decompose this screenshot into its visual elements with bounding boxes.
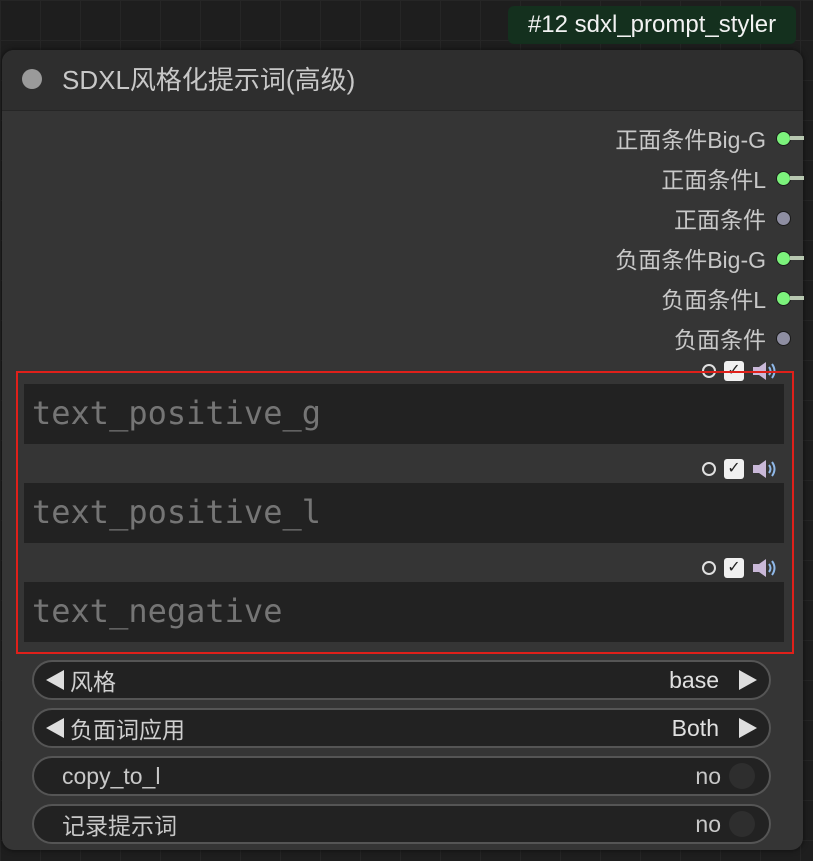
collapse-dot-icon[interactable] (22, 69, 42, 89)
output-slot-positive-big-g[interactable]: 正面条件Big-G (615, 118, 804, 158)
text-widget-positive-g: ✓ (24, 358, 784, 444)
output-label: 负面条件L (661, 287, 766, 313)
toggle-value: no (695, 762, 721, 789)
style-combo[interactable]: 风格 base (32, 660, 771, 700)
widget-controls: ✓ (702, 555, 782, 581)
slot-connected-icon[interactable] (776, 290, 791, 306)
enable-checkbox[interactable]: ✓ (724, 459, 744, 479)
node-title: SDXL风格化提示词(高级) (62, 65, 356, 95)
slot-disconnected-icon[interactable] (776, 330, 791, 346)
enable-checkbox[interactable]: ✓ (724, 558, 744, 578)
text-widget-negative: ✓ (24, 555, 784, 642)
slot-connected-icon[interactable] (776, 250, 791, 266)
log-prompt-toggle[interactable]: 记录提示词 no (32, 804, 771, 844)
widget-controls: ✓ (702, 456, 782, 482)
combo-value: Both (671, 714, 719, 741)
wire (790, 176, 804, 180)
text-widget-positive-l: ✓ (24, 456, 784, 543)
output-slot-negative-l[interactable]: 负面条件L (661, 278, 804, 318)
enable-checkbox[interactable]: ✓ (724, 361, 744, 381)
toggle-label: 记录提示词 (62, 813, 177, 839)
node-header[interactable]: SDXL风格化提示词(高级) (2, 50, 803, 111)
output-label: 正面条件L (661, 167, 766, 193)
negative-apply-combo[interactable]: 负面词应用 Both (32, 708, 771, 748)
output-label: 负面条件 (674, 327, 766, 353)
arrow-left-icon[interactable] (46, 718, 64, 738)
link-circle-icon[interactable] (702, 462, 716, 476)
combo-label: 负面词应用 (70, 717, 185, 743)
output-slot-negative-big-g[interactable]: 负面条件Big-G (615, 238, 804, 278)
arrow-left-icon[interactable] (46, 670, 64, 690)
speaker-icon[interactable] (752, 459, 778, 479)
toggle-label: copy_to_l (62, 762, 161, 789)
output-slot-positive[interactable]: 正面条件 (674, 198, 791, 238)
widget-controls: ✓ (702, 358, 782, 384)
text-negative-input[interactable] (24, 582, 784, 642)
slot-disconnected-icon[interactable] (776, 210, 791, 226)
text-positive-l-input[interactable] (24, 483, 784, 543)
slot-connected-icon[interactable] (776, 170, 791, 186)
copy-to-l-toggle[interactable]: copy_to_l no (32, 756, 771, 796)
wire (790, 296, 804, 300)
output-label: 正面条件 (674, 207, 766, 233)
toggle-knob-icon[interactable] (729, 811, 755, 837)
toggle-knob-icon[interactable] (729, 763, 755, 789)
output-label: 负面条件Big-G (615, 247, 766, 273)
link-circle-icon[interactable] (702, 561, 716, 575)
wire (790, 256, 804, 260)
arrow-right-icon[interactable] (739, 718, 757, 738)
speaker-icon[interactable] (752, 558, 778, 578)
output-label: 正面条件Big-G (615, 127, 766, 153)
speaker-icon[interactable] (752, 361, 778, 381)
toggle-value: no (695, 810, 721, 837)
wire (790, 136, 804, 140)
arrow-right-icon[interactable] (739, 670, 757, 690)
combo-label: 风格 (70, 669, 116, 695)
combo-value: base (669, 666, 719, 693)
text-positive-g-input[interactable] (24, 384, 784, 444)
slot-connected-icon[interactable] (776, 130, 791, 146)
output-slot-negative[interactable]: 负面条件 (674, 318, 791, 358)
output-slot-positive-l[interactable]: 正面条件L (661, 158, 804, 198)
node-id-badge: #12 sdxl_prompt_styler (508, 6, 796, 44)
link-circle-icon[interactable] (702, 364, 716, 378)
